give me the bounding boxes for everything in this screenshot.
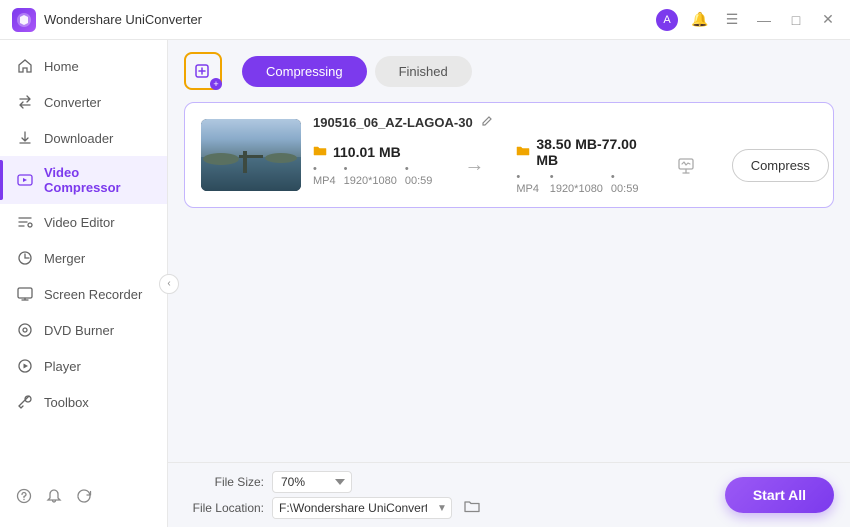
- video-editor-icon: [16, 213, 34, 231]
- bottom-bar: File Size: 70% 50% 60% 80% 90% File Loca…: [168, 462, 850, 527]
- sidebar-item-video-editor[interactable]: Video Editor: [0, 204, 167, 240]
- add-badge: +: [210, 78, 222, 90]
- sidebar-item-toolbox[interactable]: Toolbox: [0, 384, 167, 420]
- app-icon: [12, 8, 36, 32]
- sidebar-label-downloader: Downloader: [44, 131, 113, 146]
- original-format: • MP4: [313, 163, 336, 187]
- compressed-folder-icon: [516, 144, 530, 160]
- file-size-row: File Size: 70% 50% 60% 80% 90%: [184, 471, 484, 493]
- original-size: 110.01 MB: [333, 144, 401, 160]
- original-resolution: • 1920*1080: [344, 163, 397, 187]
- screen-recorder-icon: [16, 285, 34, 303]
- video-compressor-icon: [16, 171, 34, 189]
- start-all-button[interactable]: Start All: [725, 477, 834, 513]
- close-icon[interactable]: ✕: [818, 10, 838, 30]
- file-info: 190516_06_AZ-LAGOA-30: [313, 115, 829, 195]
- sidebar-item-dvd-burner[interactable]: DVD Burner: [0, 312, 167, 348]
- location-input[interactable]: [273, 498, 433, 518]
- file-location-row: File Location: ▼: [184, 497, 484, 519]
- file-size-label: File Size:: [184, 475, 264, 489]
- sidebar-label-converter: Converter: [44, 95, 101, 110]
- title-bar-controls: A 🔔 ☰ — □ ✕: [656, 9, 838, 31]
- content-area: + Compressing Finished: [168, 40, 850, 527]
- tab-finished[interactable]: Finished: [375, 56, 472, 87]
- sidebar-item-screen-recorder[interactable]: Screen Recorder: [0, 276, 167, 312]
- sidebar-label-player: Player: [44, 359, 81, 374]
- file-size-select[interactable]: 70% 50% 60% 80% 90%: [272, 471, 352, 493]
- sidebar-collapse-button[interactable]: ‹: [159, 274, 179, 294]
- notification-icon[interactable]: [46, 488, 62, 509]
- compressed-meta: 38.50 MB-77.00 MB • MP4 • 1920*1080 • 00…: [516, 136, 640, 195]
- minimize-icon[interactable]: —: [754, 10, 774, 30]
- original-meta: 110.01 MB • MP4 • 1920*1080 • 00:59: [313, 144, 432, 187]
- sidebar-item-downloader[interactable]: Downloader: [0, 120, 167, 156]
- sidebar-item-merger[interactable]: Merger: [0, 240, 167, 276]
- compressed-size: 38.50 MB-77.00 MB: [536, 136, 640, 168]
- original-attrs: • MP4 • 1920*1080 • 00:59: [313, 163, 432, 187]
- sidebar-label-video-compressor: Video Compressor: [44, 165, 151, 195]
- add-file-button[interactable]: +: [184, 52, 222, 90]
- arrow-right-icon: →: [464, 154, 484, 177]
- compress-settings-icon[interactable]: [672, 150, 699, 182]
- add-button-container: +: [184, 52, 222, 90]
- main-layout: Home Converter Downloader: [0, 40, 850, 527]
- tabs-bar: + Compressing Finished: [168, 40, 850, 90]
- file-edit-icon[interactable]: [481, 115, 493, 130]
- dvd-burner-icon: [16, 321, 34, 339]
- compressed-duration: • 00:59: [611, 171, 641, 195]
- player-icon: [16, 357, 34, 375]
- user-avatar[interactable]: A: [656, 9, 678, 31]
- bottom-fields: File Size: 70% 50% 60% 80% 90% File Loca…: [184, 471, 484, 519]
- folder-open-button[interactable]: [460, 498, 484, 519]
- compressed-size-label: 38.50 MB-77.00 MB: [516, 136, 640, 168]
- avatar-letter: A: [663, 14, 670, 26]
- compressed-attrs: • MP4 • 1920*1080 • 00:59: [516, 171, 640, 195]
- file-name: 190516_06_AZ-LAGOA-30: [313, 115, 473, 130]
- sidebar-label-merger: Merger: [44, 251, 85, 266]
- folder-icon: [313, 144, 327, 160]
- sidebar-item-player[interactable]: Player: [0, 348, 167, 384]
- original-size-label: 110.01 MB: [313, 144, 432, 160]
- compressed-resolution: • 1920*1080: [550, 171, 603, 195]
- compressed-format: • MP4: [516, 171, 541, 195]
- toolbox-icon: [16, 393, 34, 411]
- sidebar-item-video-compressor[interactable]: Video Compressor: [0, 156, 167, 204]
- home-icon: [16, 57, 34, 75]
- sidebar-label-dvd-burner: DVD Burner: [44, 323, 114, 338]
- sidebar-label-video-editor: Video Editor: [44, 215, 115, 230]
- file-thumbnail: [201, 119, 301, 191]
- file-meta-row: 110.01 MB • MP4 • 1920*1080 • 00:59 →: [313, 136, 829, 195]
- sidebar: Home Converter Downloader: [0, 40, 168, 527]
- sidebar-item-home[interactable]: Home: [0, 48, 167, 84]
- original-duration: • 00:59: [405, 163, 433, 187]
- file-location-label: File Location:: [184, 501, 264, 515]
- bell-icon[interactable]: 🔔: [690, 10, 710, 30]
- menu-icon[interactable]: ☰: [722, 10, 742, 30]
- sidebar-label-toolbox: Toolbox: [44, 395, 89, 410]
- sidebar-label-home: Home: [44, 59, 79, 74]
- file-name-row: 190516_06_AZ-LAGOA-30: [313, 115, 829, 130]
- file-list-area: 190516_06_AZ-LAGOA-30: [168, 90, 850, 462]
- converter-icon: [16, 93, 34, 111]
- location-input-wrap: ▼: [272, 497, 452, 519]
- merger-icon: [16, 249, 34, 267]
- title-bar: Wondershare UniConverter A 🔔 ☰ — □ ✕: [0, 0, 850, 40]
- title-bar-left: Wondershare UniConverter: [12, 8, 202, 32]
- sidebar-label-screen-recorder: Screen Recorder: [44, 287, 142, 302]
- tab-compressing[interactable]: Compressing: [242, 56, 367, 87]
- compress-button[interactable]: Compress: [732, 149, 829, 182]
- maximize-icon[interactable]: □: [786, 10, 806, 30]
- location-dropdown-button[interactable]: ▼: [433, 500, 451, 517]
- file-card: 190516_06_AZ-LAGOA-30: [184, 102, 834, 208]
- refresh-icon[interactable]: [76, 488, 92, 509]
- app-title: Wondershare UniConverter: [44, 12, 202, 27]
- sidebar-bottom: [0, 478, 167, 519]
- help-icon[interactable]: [16, 488, 32, 509]
- downloader-icon: [16, 129, 34, 147]
- sidebar-item-converter[interactable]: Converter: [0, 84, 167, 120]
